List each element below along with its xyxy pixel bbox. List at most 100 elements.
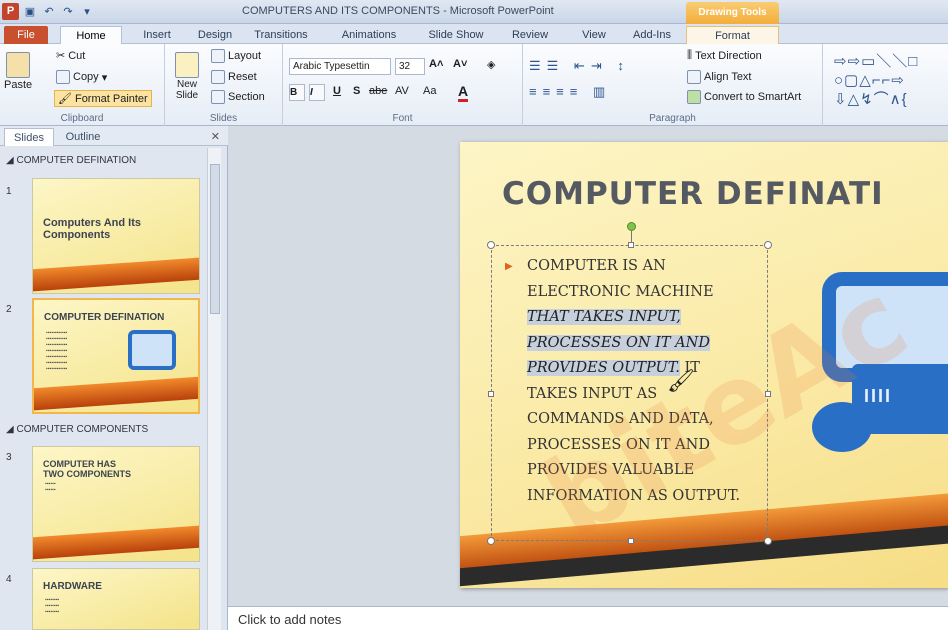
tab-view[interactable]: View bbox=[570, 26, 618, 44]
rotate-handle[interactable] bbox=[627, 222, 636, 231]
text-line: TAKES INPUT AS bbox=[527, 385, 658, 402]
character-spacing-button[interactable]: AV bbox=[395, 85, 409, 97]
alignment-buttons[interactable]: ≡≡≡≡ ▥ bbox=[529, 84, 611, 100]
resize-handle-bl[interactable] bbox=[487, 537, 495, 545]
current-slide[interactable]: COMPUTER DEFINATI IIII ▶ COMPUTER IS AN … bbox=[460, 142, 948, 588]
section-icon bbox=[211, 90, 225, 104]
notes-placeholder: Click to add notes bbox=[238, 612, 342, 627]
computer-thumb-icon bbox=[128, 330, 176, 370]
close-panel-icon[interactable]: ✕ bbox=[211, 130, 220, 143]
resize-handle-tr[interactable] bbox=[764, 241, 772, 249]
font-name-field[interactable]: Arabic Typesettin bbox=[289, 58, 391, 75]
convert-smartart-button[interactable]: Convert to SmartArt bbox=[687, 90, 801, 104]
text-direction-icon: ⫼ bbox=[687, 49, 693, 61]
redo-icon[interactable]: ↷ bbox=[60, 4, 76, 20]
rotate-handle-line bbox=[631, 231, 632, 242]
section-label: COMPUTER COMPONENTS bbox=[16, 424, 149, 435]
slide-thumbnail-4[interactable]: HARDWARE ▪▪▪▪▪▪▪▪ ▪▪▪▪▪▪▪▪ ▪▪▪▪▪▪▪▪ bbox=[32, 568, 200, 630]
bold-button[interactable]: B bbox=[289, 84, 305, 101]
tab-slide-show[interactable]: Slide Show bbox=[420, 26, 492, 44]
text-line: PROVIDES VALUABLE bbox=[527, 462, 695, 478]
resize-handle-b[interactable] bbox=[628, 538, 634, 544]
tab-design[interactable]: Design bbox=[190, 26, 240, 44]
section-label: COMPUTER DEFINATION bbox=[16, 155, 137, 166]
tab-transitions[interactable]: Transitions bbox=[245, 26, 317, 44]
resize-handle-t[interactable] bbox=[628, 242, 634, 248]
resize-handle-tl[interactable] bbox=[487, 241, 495, 249]
grow-font-button[interactable]: A˄ bbox=[429, 58, 443, 70]
tab-file[interactable]: File bbox=[4, 26, 48, 44]
section-header[interactable]: ◢ COMPUTER COMPONENTS bbox=[6, 424, 148, 435]
thumb-text-lines: ▪▪▪▪▪▪▪▪▪▪▪▪ ▪▪▪▪▪▪▪▪▪▪▪▪ ▪▪▪▪▪▪▪▪▪▪▪▪ ▪▪▪▪… bbox=[46, 330, 68, 372]
change-case-button[interactable]: Aa bbox=[423, 85, 436, 97]
slide-thumbnail-2[interactable]: COMPUTER DEFINATION ▪▪▪▪▪▪▪▪▪▪▪▪ ▪▪▪▪▪▪▪▪… bbox=[32, 298, 200, 414]
tab-slides[interactable]: Slides bbox=[4, 128, 54, 146]
resize-handle-l[interactable] bbox=[488, 391, 494, 397]
shadow-button[interactable]: S bbox=[353, 85, 360, 97]
format-painter-button[interactable]: 🖌 Format Painter bbox=[54, 90, 152, 107]
undo-icon[interactable]: ↶ bbox=[41, 4, 57, 20]
thumb-text-lines: ▪▪▪▪▪▪▪▪ ▪▪▪▪▪▪▪▪ ▪▪▪▪▪▪▪▪ bbox=[45, 597, 60, 615]
powerpoint-app-icon[interactable]: P bbox=[2, 3, 19, 20]
slide-thumb-title: COMPUTER DEFINATION bbox=[44, 312, 165, 323]
tab-outline[interactable]: Outline bbox=[58, 128, 108, 146]
paste-button[interactable]: Paste bbox=[4, 52, 32, 91]
cpu-vents: IIII bbox=[864, 386, 893, 406]
section-label: Section bbox=[228, 91, 265, 103]
copy-dropdown-icon: ▾ bbox=[101, 71, 108, 84]
customize-qat-icon[interactable]: ▾ bbox=[79, 4, 95, 20]
clear-formatting-icon[interactable]: ◈ bbox=[487, 58, 495, 71]
strikethrough-button[interactable]: abe bbox=[369, 85, 387, 97]
tab-format[interactable]: Format bbox=[686, 26, 779, 44]
slide-thumbnail-1[interactable]: Computers And Its Components bbox=[32, 178, 200, 294]
copy-label: Copy bbox=[73, 71, 99, 83]
drawing-tools-context-label: Drawing Tools bbox=[686, 2, 779, 24]
panel-scrollbar[interactable] bbox=[207, 148, 221, 630]
text-line: PROCESSES ON IT AND bbox=[527, 436, 710, 453]
ribbon-tabs: File Home Insert Design Transitions Anim… bbox=[0, 24, 948, 44]
italic-button[interactable]: I bbox=[309, 84, 325, 101]
text-direction-button[interactable]: ⫼ Text Direction bbox=[687, 49, 762, 62]
reset-button[interactable]: Reset bbox=[211, 70, 257, 84]
reset-label: Reset bbox=[228, 71, 257, 83]
bullets-numbering-buttons[interactable]: ☰☰ ⇤⇥ ↕ bbox=[529, 58, 630, 74]
brush-icon: 🖌 bbox=[58, 93, 72, 105]
paragraph-group-label: Paragraph bbox=[649, 113, 696, 124]
window-title: COMPUTERS AND ITS COMPONENTS - Microsoft… bbox=[242, 5, 554, 17]
resize-handle-br[interactable] bbox=[764, 537, 772, 545]
font-color-button[interactable]: A bbox=[458, 83, 469, 102]
tab-insert[interactable]: Insert bbox=[132, 26, 182, 44]
notes-pane[interactable]: Click to add notes bbox=[228, 606, 948, 630]
copy-button[interactable]: Copy ▾ bbox=[56, 70, 107, 84]
selected-text: PROVIDES OUTPUT. bbox=[527, 360, 680, 376]
underline-button[interactable]: U bbox=[333, 85, 341, 97]
copy-icon bbox=[56, 70, 70, 84]
slide-number: 4 bbox=[6, 574, 12, 585]
layout-button[interactable]: Layout bbox=[211, 49, 261, 63]
tab-home[interactable]: Home bbox=[60, 26, 122, 44]
save-icon[interactable]: ▣ bbox=[22, 4, 38, 20]
cut-button[interactable]: ✂ Cut bbox=[56, 49, 85, 63]
layout-icon bbox=[211, 49, 225, 63]
align-text-button[interactable]: Align Text bbox=[687, 70, 752, 84]
slide-thumb-title: HARDWARE bbox=[43, 581, 102, 592]
resize-handle-r[interactable] bbox=[765, 391, 771, 397]
new-slide-button[interactable]: New Slide bbox=[171, 52, 203, 101]
text-placeholder[interactable]: ▶ COMPUTER IS AN ELECTRONIC MACHINE THAT… bbox=[487, 222, 772, 545]
body-text[interactable]: ▶ COMPUTER IS AN ELECTRONIC MACHINE THAT… bbox=[505, 254, 763, 509]
section-header[interactable]: ◢ COMPUTER DEFINATION bbox=[6, 155, 136, 166]
shapes-gallery[interactable]: ⇨⇨▭＼＼□ ○▢△⌐⌐⇨ ⇩△↯⌒∧{ bbox=[834, 52, 918, 109]
tab-animations[interactable]: Animations bbox=[333, 26, 405, 44]
slide-title[interactable]: COMPUTER DEFINATI bbox=[502, 176, 884, 212]
shrink-font-button[interactable]: A˅ bbox=[453, 58, 467, 70]
font-size-field[interactable]: 32 bbox=[395, 58, 425, 75]
tab-review[interactable]: Review bbox=[504, 26, 556, 44]
scroll-thumb[interactable] bbox=[210, 164, 220, 314]
font-group: Arabic Typesettin 32 A˄ A˅ ◈ B I U S abe… bbox=[283, 44, 523, 126]
thumb-text-lines: ▪▪▪▪▪▪ ▪▪▪▪▪▪ bbox=[45, 481, 56, 493]
section-button[interactable]: Section bbox=[211, 90, 265, 104]
slides-group-label: Slides bbox=[209, 113, 238, 124]
slide-thumbnail-3[interactable]: COMPUTER HAS TWO COMPONENTS ▪▪▪▪▪▪ ▪▪▪▪▪▪ bbox=[32, 446, 200, 562]
thumb-stripe bbox=[33, 524, 199, 560]
tab-add-ins[interactable]: Add-Ins bbox=[626, 26, 678, 44]
